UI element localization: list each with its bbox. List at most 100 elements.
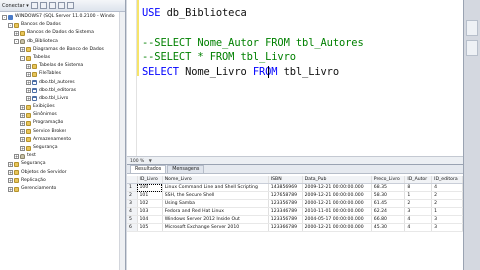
filter-icon[interactable] — [57, 2, 65, 9]
tree-node[interactable]: + Objetos de Servidor — [0, 169, 125, 177]
tree-node[interactable]: - Tabelas — [0, 54, 125, 62]
tree-node[interactable]: + Segurança — [0, 144, 125, 152]
grid-cell[interactable]: 3 — [404, 207, 433, 216]
grid-cell[interactable]: 103 — [137, 207, 163, 216]
tab-messages[interactable]: Mensagens — [167, 165, 205, 173]
grid-cell[interactable]: SSH, the Secure Shell — [162, 191, 269, 200]
grid-cell[interactable]: 2 — [431, 199, 463, 208]
tab-results[interactable]: Resultados — [130, 165, 167, 173]
collapse-icon[interactable]: - — [8, 22, 13, 28]
code-line[interactable]: SELECT Nome_Livro FROM tbl_Livro — [142, 66, 339, 78]
expand-icon[interactable]: + — [8, 170, 13, 176]
grid-cell[interactable]: 2 — [431, 191, 463, 200]
tree-node[interactable]: + Segurança — [0, 160, 125, 168]
code-line[interactable]: USE db_Biblioteca — [142, 7, 247, 19]
grid-cell[interactable]: Using Samba — [162, 199, 269, 208]
grid-cell[interactable]: 2000-12-21 00:00:00.000 — [302, 223, 372, 232]
grid-cell[interactable]: 2 — [404, 199, 433, 208]
grid-cell[interactable]: 66.80 — [371, 215, 406, 224]
grid-cell[interactable]: 68.35 — [371, 183, 406, 192]
grid-cell[interactable]: 104 — [137, 215, 163, 224]
grid-cell[interactable]: 2004-05-17 00:00:00.000 — [302, 215, 372, 224]
table-row[interactable]: 4 103 Fedora and Red Hat Linux 123346789 201… — [127, 207, 463, 216]
tree-node[interactable]: + Exibições — [0, 103, 125, 111]
grid-cell[interactable]: 62.24 — [371, 207, 406, 216]
expand-icon[interactable]: + — [20, 112, 25, 118]
grid-cell[interactable]: 61.45 — [371, 199, 406, 208]
column-header[interactable]: ID_Livro — [137, 176, 163, 184]
table-row[interactable]: 6 105 Microsoft Exchange Server 2010 123366… — [127, 223, 463, 232]
chevron-down-icon[interactable]: ▼ — [149, 157, 152, 164]
column-header[interactable]: Nome_Livro — [162, 176, 269, 184]
grid-cell[interactable]: 100 — [137, 183, 163, 192]
expand-icon[interactable]: + — [26, 80, 31, 86]
grid-cell[interactable]: 2010-11-01 00:00:00.000 — [302, 207, 372, 216]
collapse-icon[interactable]: - — [14, 39, 19, 45]
grid-cell[interactable]: 1 — [431, 207, 463, 216]
grid-cell[interactable]: Windows Server 2012 Inside Out — [162, 215, 269, 224]
row-number[interactable]: 5 — [127, 215, 138, 224]
row-number[interactable]: 4 — [127, 207, 138, 216]
grid-cell[interactable]: 123356789 — [268, 215, 303, 224]
expand-icon[interactable]: + — [20, 121, 25, 127]
grid-cell[interactable]: 2009-12-21 00:00:00.000 — [302, 191, 372, 200]
expand-icon[interactable]: + — [8, 186, 13, 192]
table-row[interactable]: 2 101 SSH, the Secure Shell 127658789 2009-1… — [127, 191, 463, 200]
grid-cell[interactable]: 2009-12-21 00:00:00.000 — [302, 183, 372, 192]
connect-icon[interactable] — [30, 2, 38, 9]
expand-icon[interactable]: + — [20, 104, 25, 110]
row-number[interactable]: 6 — [127, 223, 138, 232]
table-row[interactable]: 1 100 Linux Command Line and Shell Scripti… — [127, 183, 463, 192]
properties-tab[interactable] — [466, 20, 478, 36]
grid-cell[interactable]: 143856969 — [268, 183, 303, 192]
tree-node[interactable]: + Diagramas de Banco de Dados — [0, 46, 125, 54]
grid-cell[interactable]: 1 — [404, 191, 433, 200]
expand-icon[interactable]: + — [20, 137, 25, 143]
grid-cell[interactable]: 3 — [431, 215, 463, 224]
tree-node[interactable]: + dbo.tbl_editoras — [0, 87, 125, 95]
code-line[interactable]: --SELECT Nome_Autor FROM tbl_Autores — [142, 37, 364, 49]
grid-cell[interactable]: Linux Command Line and Shell Scripting — [162, 183, 269, 192]
disconnect-icon[interactable] — [39, 2, 47, 9]
expand-icon[interactable]: + — [26, 96, 31, 102]
table-row[interactable]: 3 102 Using Samba 123356789 2000-12-21 00:00… — [127, 199, 463, 208]
object-explorer-scrollbar[interactable] — [119, 12, 125, 270]
grid-cell[interactable]: 101 — [137, 191, 163, 200]
collapse-icon[interactable]: - — [2, 14, 7, 20]
grid-cell[interactable]: 8 — [404, 183, 433, 192]
tree-node[interactable]: + Gerenciamento — [0, 185, 125, 193]
expand-icon[interactable]: + — [8, 161, 13, 167]
query-editor[interactable]: USE db_Biblioteca --SELECT Nome_Autor FRO… — [127, 0, 463, 164]
grid-cell[interactable]: Fedora and Red Hat Linux — [162, 207, 269, 216]
grid-cell[interactable]: 4 — [431, 183, 463, 192]
grid-cell[interactable]: 45.30 — [371, 223, 406, 232]
expand-icon[interactable]: + — [20, 129, 25, 135]
connect-button[interactable]: Conectar ▾ — [2, 3, 29, 9]
tree-node[interactable]: + dbo.tbl_autores — [0, 79, 125, 87]
expand-icon[interactable]: + — [26, 71, 31, 77]
tree-node[interactable]: + test — [0, 152, 125, 160]
column-header[interactable]: ISBN — [268, 176, 303, 184]
code-line[interactable]: --SELECT * FROM tbl_Livro — [142, 51, 296, 63]
grid-cell[interactable]: 3 — [431, 223, 463, 232]
tree-node[interactable]: + Programação — [0, 119, 125, 127]
results-grid[interactable]: ID_Livro Nome_Livro ISBN Data_Pub Preco_Livr… — [127, 176, 463, 232]
grid-cell[interactable]: 105 — [137, 223, 163, 232]
expand-icon[interactable]: + — [26, 63, 31, 69]
expand-icon[interactable]: + — [14, 30, 19, 36]
expand-icon[interactable]: + — [8, 178, 13, 184]
grid-cell[interactable]: Microsoft Exchange Server 2010 — [162, 223, 269, 232]
expand-icon[interactable]: + — [14, 153, 19, 159]
grid-cell[interactable]: 4 — [404, 215, 433, 224]
expand-icon[interactable]: + — [20, 47, 25, 53]
row-number[interactable]: 2 — [127, 191, 138, 200]
stop-icon[interactable] — [48, 2, 56, 9]
grid-cell[interactable]: 123366789 — [268, 223, 303, 232]
toolbox-tab[interactable] — [466, 40, 478, 56]
tree-node[interactable]: + Replicação — [0, 177, 125, 185]
tree-node[interactable]: + Bancos de Dados do Sistema — [0, 29, 125, 37]
grid-cell[interactable]: 58.30 — [371, 191, 406, 200]
column-header[interactable]: ID_Autor — [404, 176, 433, 184]
tree-node[interactable]: - WINDOWS7 (SQL Server 11.0.2100 - Windo — [0, 13, 125, 21]
tree-node[interactable]: - db_Biblioteca — [0, 38, 125, 46]
